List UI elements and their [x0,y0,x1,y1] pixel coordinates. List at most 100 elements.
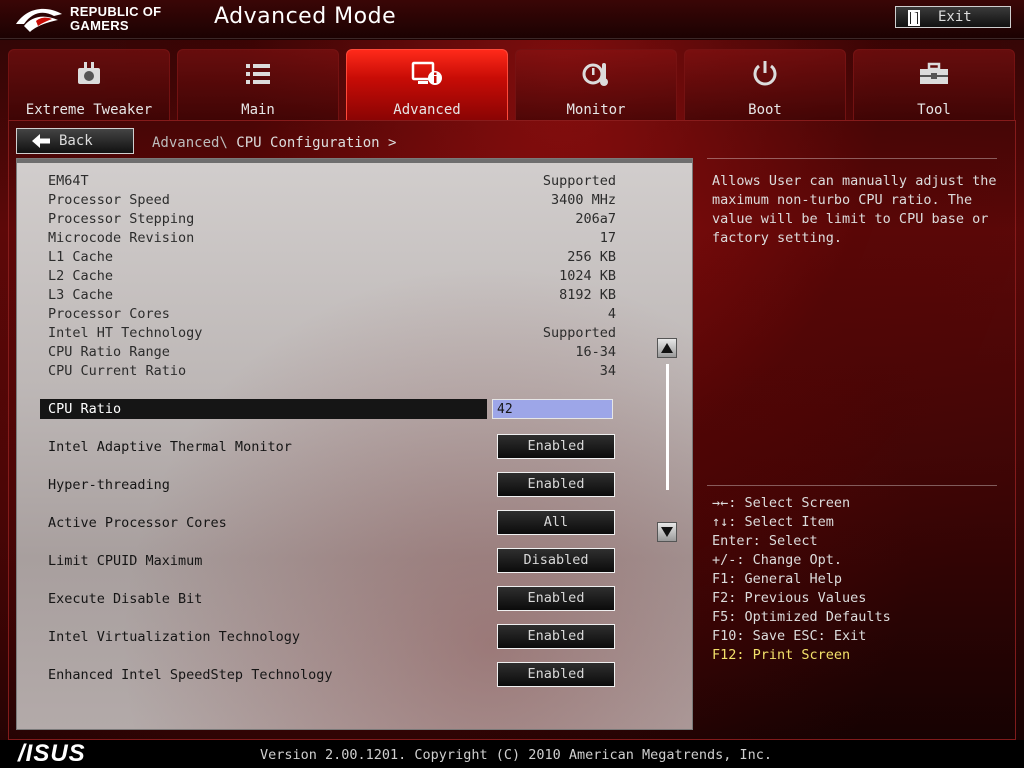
option-label: Intel Virtualization Technology [48,629,300,645]
page-title: Advanced Mode [214,4,397,29]
info-label: L1 Cache [48,249,114,265]
tab-tool[interactable]: Tool [853,49,1015,120]
list-icon [246,64,270,84]
advanced-info-icon [411,61,442,85]
tab-main[interactable]: Main [177,49,339,120]
cpu-ratio-input[interactable] [492,399,613,419]
option-label: Active Processor Cores [48,515,227,531]
key-hint: →←: Select Screen [712,495,851,511]
info-value: 4 [607,306,616,322]
key-hint: F2: Previous Values [712,590,867,606]
tab-label: Monitor [566,102,626,118]
info-value: Supported [542,325,616,341]
option-label: Hyper-threading [48,477,170,493]
info-row-l1-cache: L1 Cache 256 KB [48,249,616,268]
info-value: 16-34 [575,344,616,360]
back-label: Back [59,133,93,149]
brand-line-1: REPUBLIC OF [70,4,162,19]
option-label: Enhanced Intel SpeedStep Technology [48,667,333,683]
tab-label: Advanced [393,102,461,118]
info-value: 3400 MHz [550,192,616,208]
info-value: 206a7 [575,211,616,227]
key-hint-print-screen: F12: Print Screen [712,647,851,663]
info-label: L2 Cache [48,268,114,284]
triangle-up-icon [661,343,673,353]
info-row-l3-cache: L3 Cache 8192 KB [48,287,616,306]
breadcrumb: Advanced\ CPU Configuration > [152,135,396,151]
help-description: Allows User can manually adjust the maxi… [712,173,997,246]
info-row-l2-cache: L2 Cache 1024 KB [48,268,616,287]
tweaker-icon [78,62,100,84]
help-keys-divider [707,485,997,486]
exit-door-icon [908,10,920,26]
scroll-up-button[interactable] [657,338,677,358]
info-row-em64t: EM64T Supported [48,173,616,192]
hyper-threading-select[interactable]: Enabled [497,472,615,497]
info-label: EM64T [48,173,89,189]
key-hint: F10: Save ESC: Exit [712,628,867,644]
virtualization-select[interactable]: Enabled [497,624,615,649]
help-top-divider [707,158,997,159]
info-value: 1024 KB [559,268,616,284]
info-value: 17 [599,230,616,246]
scroll-down-button[interactable] [657,522,677,542]
triangle-down-icon [661,527,673,537]
key-hint: F5: Optimized Defaults [712,609,891,625]
cpu-ratio-row-selected[interactable]: CPU Ratio [40,399,487,419]
tab-label: Boot [748,102,782,118]
tab-boot[interactable]: Boot [684,49,846,120]
info-label: Processor Stepping [48,211,195,227]
execute-disable-select[interactable]: Enabled [497,586,615,611]
tab-extreme-tweaker[interactable]: Extreme Tweaker [8,49,170,120]
info-label: Processor Cores [48,306,170,322]
tab-monitor[interactable]: Monitor [515,49,677,120]
speedstep-select[interactable]: Enabled [497,662,615,687]
info-value: 34 [599,363,616,379]
exit-label: Exit [938,9,972,25]
info-row-cpu-ratio-range: CPU Ratio Range 16-34 [48,344,616,363]
tab-advanced[interactable]: Advanced [346,49,508,120]
key-hint: F1: General Help [712,571,843,587]
brand-logo-text: REPUBLIC OF GAMERS [70,5,161,33]
info-row-intel-ht: Intel HT Technology Supported [48,325,616,344]
tab-label: Extreme Tweaker [25,102,153,118]
back-button[interactable]: Back [16,128,134,154]
brand-line-2: GAMERS [70,18,129,33]
limit-cpuid-select[interactable]: Disabled [497,548,615,573]
key-hint: Enter: Select [712,533,818,549]
tab-label: Main [241,102,275,118]
key-hint: +/-: Change Opt. [712,552,843,568]
breadcrumb-parent[interactable]: Advanced\ [152,135,228,151]
tab-label: Tool [917,102,951,118]
top-divider [0,38,1024,39]
back-arrow-icon [32,134,50,148]
info-value: Supported [542,173,616,189]
option-label: Intel Adaptive Thermal Monitor [48,439,292,455]
option-label: Limit CPUID Maximum [48,553,203,569]
info-label: Intel HT Technology [48,325,203,341]
info-label: Microcode Revision [48,230,195,246]
exit-button[interactable]: Exit [895,6,1011,28]
info-label: CPU Ratio Range [48,344,170,360]
option-label: Execute Disable Bit [48,591,203,607]
active-cores-select[interactable]: All [497,510,615,535]
info-label: L3 Cache [48,287,114,303]
thermal-monitor-select[interactable]: Enabled [497,434,615,459]
info-row-processor-speed: Processor Speed 3400 MHz [48,192,616,211]
info-label: Processor Speed [48,192,170,208]
rog-eye-logo-icon [16,8,62,32]
breadcrumb-separator: > [388,135,397,151]
info-row-microcode-revision: Microcode Revision 17 [48,230,616,249]
scrollbar-track[interactable] [666,364,669,490]
info-row-cpu-current-ratio: CPU Current Ratio 34 [48,363,616,382]
power-icon [753,61,777,86]
info-value: 256 KB [567,249,616,265]
toolbox-icon [920,62,948,84]
asus-logo: /ISUS [18,740,86,767]
monitor-gauge-icon [582,63,608,86]
cpu-ratio-label: CPU Ratio [48,401,122,417]
breadcrumb-current: CPU Configuration [236,135,380,151]
version-text: Version 2.00.1201. Copyright (C) 2010 Am… [260,747,773,763]
info-label: CPU Current Ratio [48,363,187,379]
key-legend: →←: Select Screen ↑↓: Select Item Enter:… [712,494,1002,665]
